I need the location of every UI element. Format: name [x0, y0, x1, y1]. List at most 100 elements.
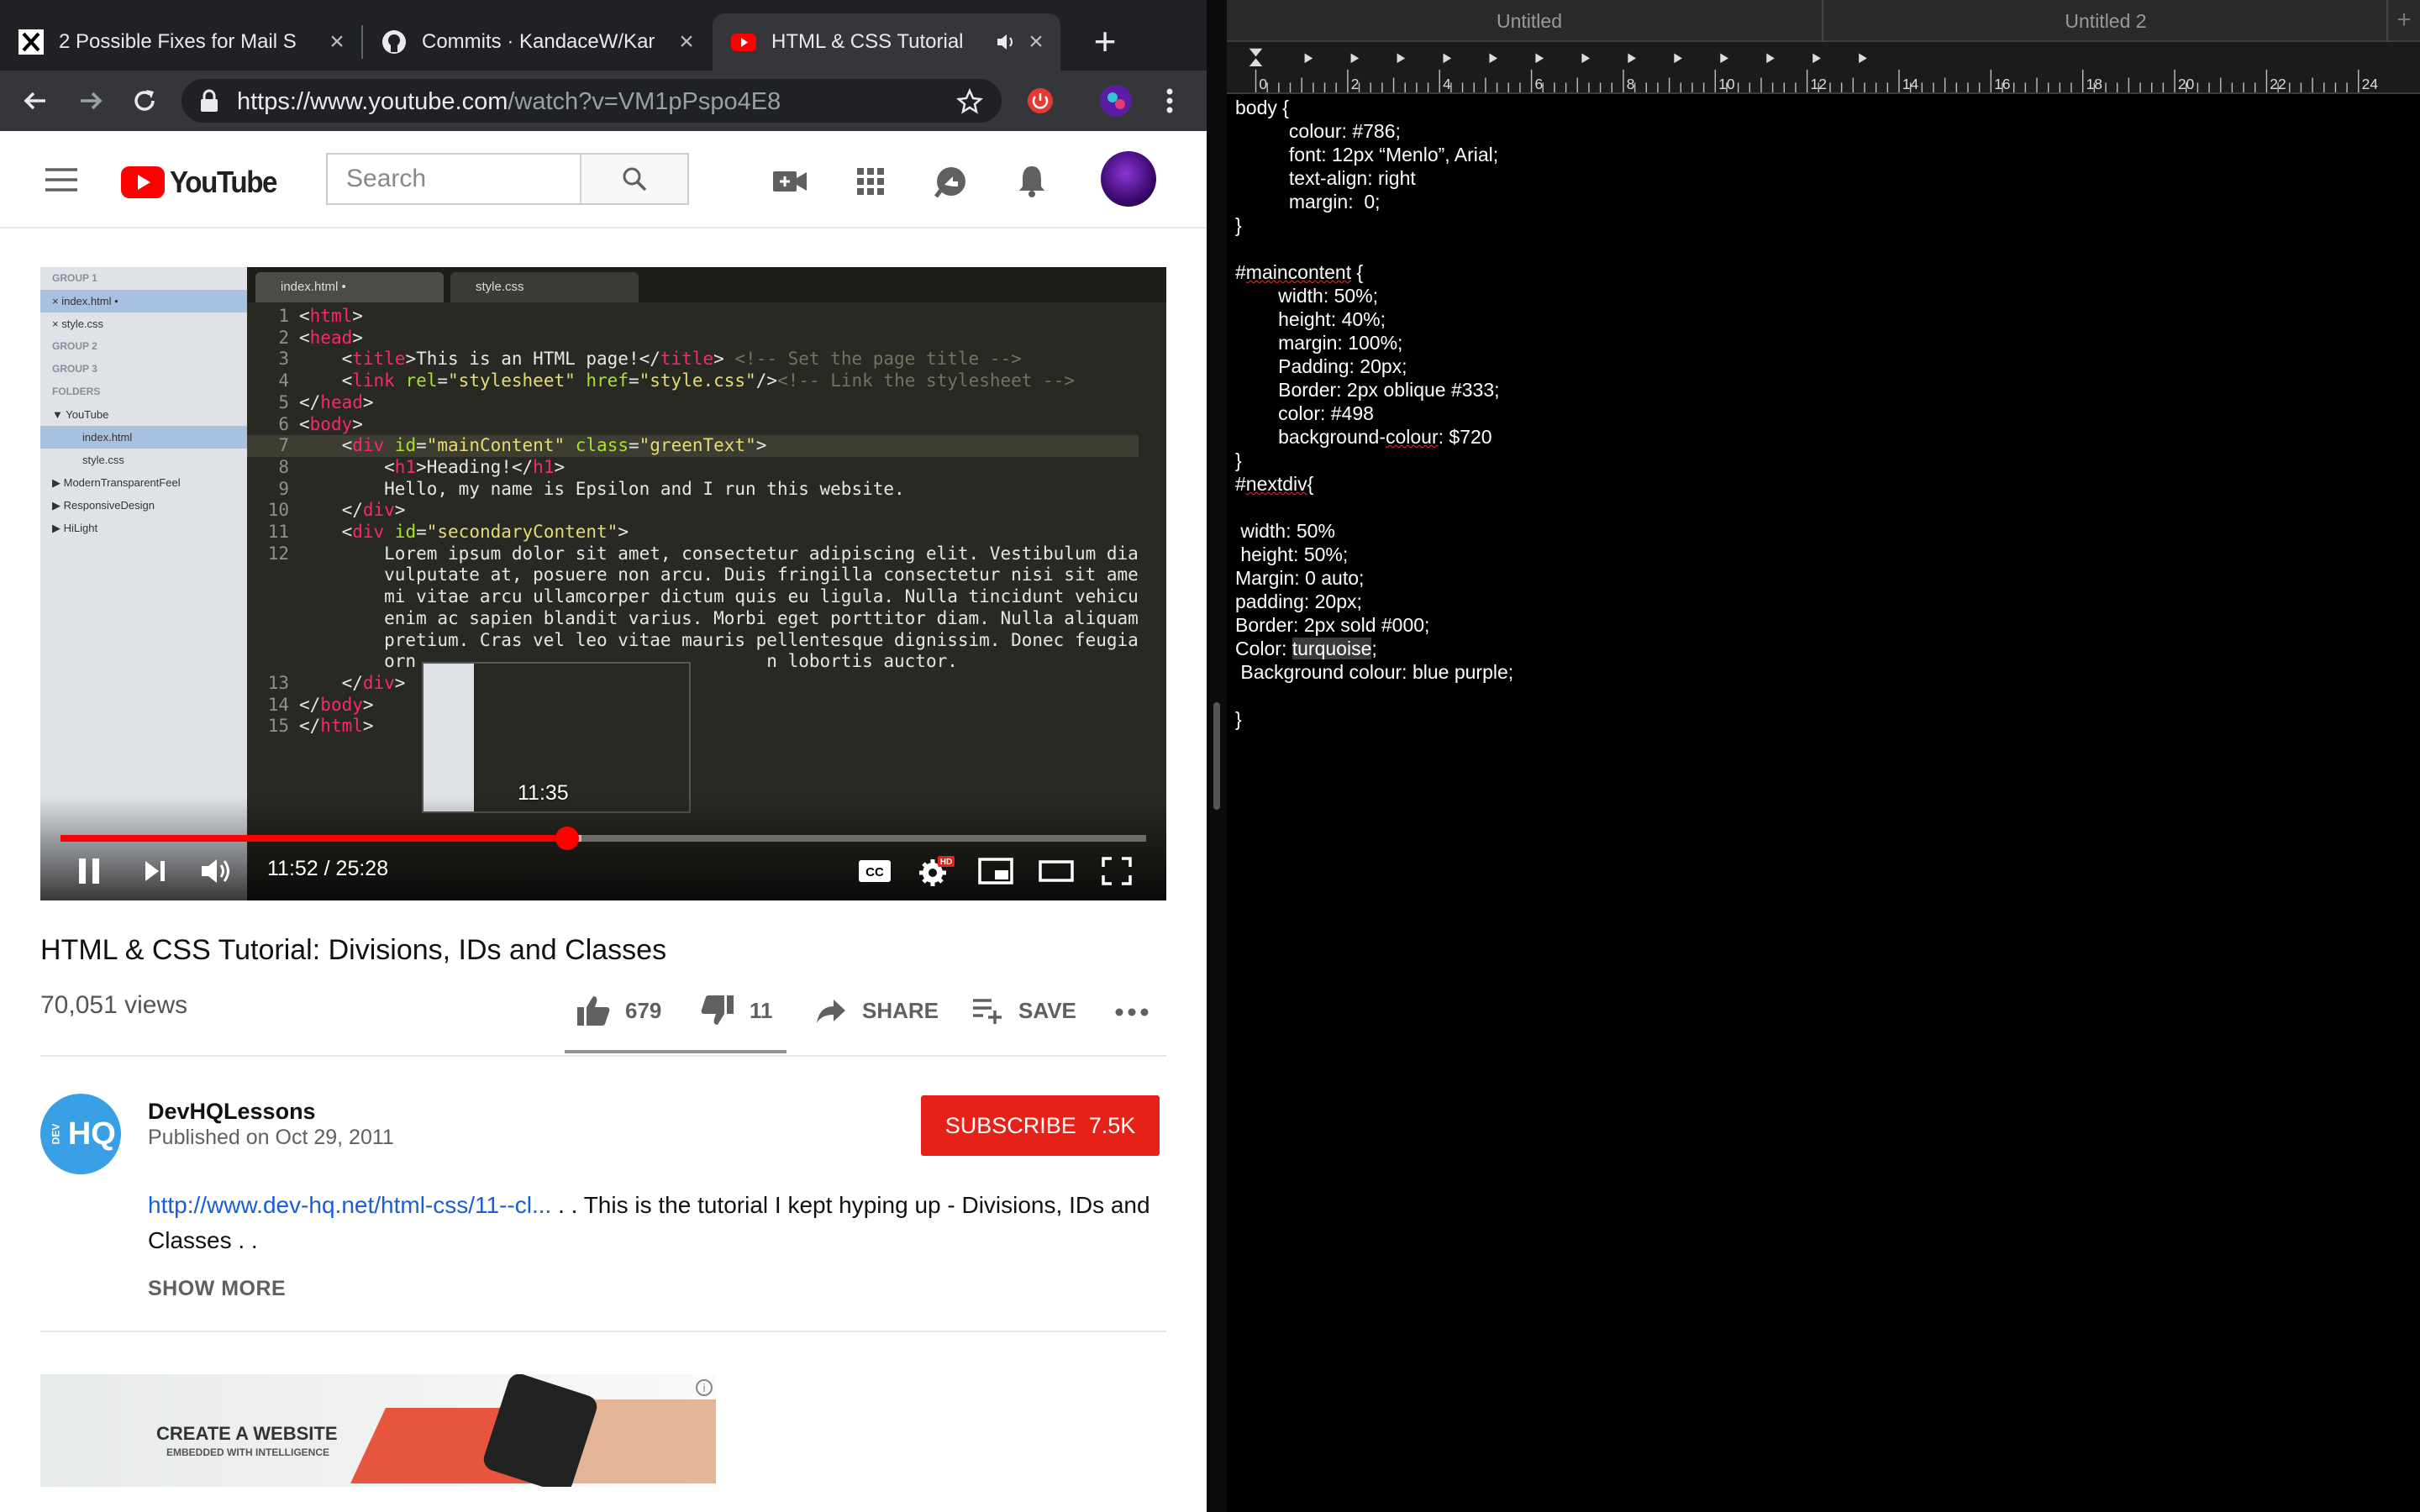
tab-mail-fixes[interactable]: 2 Possible Fixes for Mail S × [0, 13, 361, 71]
youtube-header: YouTube Search [0, 131, 1207, 228]
channel-name[interactable]: DevHQLessons [148, 1099, 316, 1125]
ruler-label: 10 [1718, 76, 1734, 92]
ad-banner[interactable]: CREATE A WEBSITE EMBEDDED WITH INTELLIGE… [40, 1374, 716, 1487]
ad-info-icon[interactable]: i [696, 1379, 713, 1396]
subscribe-button[interactable]: SUBSCRIBE 7.5K [921, 1095, 1160, 1156]
address-bar[interactable]: https://www.youtube.com/watch?v=VM1pPspo… [182, 79, 1002, 123]
document-line: Padding: 20px; [1235, 355, 1407, 377]
search-box[interactable]: Search [326, 153, 689, 205]
tab-youtube[interactable]: HTML & CSS Tutorial × [713, 13, 1060, 71]
new-tab-button[interactable]: + [2388, 0, 2420, 42]
tab-untitled[interactable]: Untitled [1227, 0, 1832, 42]
editor-tab-index: index.html • [255, 272, 444, 302]
share-button[interactable]: SHARE [815, 991, 939, 1030]
document-line: Background colour: blue purple; [1235, 661, 1514, 683]
video-player[interactable]: GROUP 1 × index.html • × style.css GROUP 2 G… [40, 267, 1166, 900]
like-ratio-bar [565, 1050, 786, 1053]
settings-button[interactable]: HD [913, 852, 958, 890]
document-line: width: 50% [1235, 520, 1335, 542]
close-tab-icon[interactable]: × [324, 28, 350, 56]
tab-commits[interactable]: Commits · KandaceW/Kar × [363, 13, 711, 71]
editor-sidebar-item: GROUP 3 [52, 363, 97, 375]
back-arrow-icon[interactable] [17, 82, 54, 119]
channel-avatar-text: HQ [67, 1116, 116, 1152]
description-link[interactable]: http://www.dev-hq.net/html-css/11--cl... [148, 1192, 551, 1218]
code-token: head [309, 327, 353, 348]
progress-bar[interactable] [60, 827, 1146, 850]
close-tab-icon[interactable]: × [1023, 28, 1049, 56]
document-text[interactable]: body { colour: #786; font: 12px “Menlo”,… [1235, 96, 2412, 731]
menu-kebab-icon[interactable] [1151, 82, 1188, 119]
document-line: height: 40%; [1235, 308, 1386, 330]
lock-icon [201, 89, 218, 112]
pause-button[interactable] [60, 852, 118, 890]
apps-grid-icon[interactable] [850, 161, 891, 202]
ruler-label: 0 [1259, 76, 1267, 92]
account-avatar[interactable] [1101, 151, 1156, 207]
ruler-label: 4 [1443, 76, 1451, 92]
save-button[interactable]: SAVE [971, 991, 1076, 1030]
youtube-logo[interactable]: YouTube [121, 165, 286, 200]
line-number: 6 [278, 413, 289, 434]
code-token: < [299, 306, 310, 326]
new-tab-button[interactable]: + [1084, 20, 1126, 62]
more-actions-icon[interactable] [1114, 1006, 1150, 1018]
messages-icon[interactable] [931, 161, 971, 202]
close-tab-icon[interactable]: × [674, 28, 699, 56]
document-line: Color: turquoise; [1235, 638, 1377, 659]
reload-icon[interactable] [126, 82, 163, 119]
code-token: > [394, 500, 406, 521]
document-line: colour: #786; [1235, 120, 1401, 142]
editor-sidebar-item: FOLDERS [52, 386, 101, 397]
captions-button[interactable]: CC [852, 852, 897, 890]
ruler[interactable]: 0 2 4 6 8 10 12 14 16 18 20 22 24 [1227, 42, 2420, 94]
show-more-button[interactable]: SHOW MORE [148, 1277, 286, 1301]
extension-power-icon[interactable] [1022, 82, 1059, 119]
document-line: Margin: 0 auto; [1235, 567, 1365, 589]
code-token: > [394, 672, 406, 693]
tab-untitled-2[interactable]: Untitled 2 [1823, 0, 2388, 42]
dislike-button[interactable]: 11 [701, 991, 773, 1030]
like-button[interactable]: 679 [576, 991, 661, 1030]
text-editor-window: Untitled Untitled 2 + 0 2 4 6 8 10 12 14 16 18 20 2… [1227, 0, 2420, 1512]
code-token: </ [299, 694, 321, 715]
document-line: margin: 0; [1235, 191, 1381, 213]
code-token: id [384, 522, 417, 543]
code-line: 14 </body> [247, 695, 1139, 717]
miniplayer-button[interactable] [973, 852, 1018, 890]
code-token: "greenText" [639, 435, 756, 456]
code-token: > [713, 349, 735, 370]
profile-avatar-icon[interactable] [1097, 82, 1134, 119]
split-view-divider[interactable] [1207, 0, 1227, 1512]
document-line: background-colour: $720 [1235, 426, 1492, 448]
bookmark-star-icon[interactable] [956, 88, 983, 115]
volume-button[interactable] [192, 852, 242, 890]
code-line: 2 <head> [247, 328, 1139, 349]
youtube-wordmark: YouTube [170, 165, 277, 199]
share-label: SHARE [862, 997, 939, 1023]
fullscreen-icon [1102, 857, 1132, 885]
dislike-count: 11 [750, 997, 773, 1023]
video-title: HTML & CSS Tutorial: Divisions, IDs and … [40, 934, 667, 966]
theater-mode-button[interactable] [1034, 852, 1079, 890]
tab-title: HTML & CSS Tutorial [771, 30, 964, 53]
document-line: text-align: right [1235, 167, 1416, 189]
search-button[interactable] [580, 155, 687, 203]
ad-headline: CREATE A WEBSITE [156, 1423, 338, 1444]
hamburger-menu-icon[interactable] [45, 168, 77, 192]
notifications-bell-icon[interactable] [1012, 161, 1052, 202]
split-view-grip[interactable] [1213, 702, 1220, 810]
next-button[interactable] [131, 852, 178, 890]
create-video-icon[interactable] [770, 161, 810, 202]
channel-avatar[interactable]: DEV HQ [40, 1094, 121, 1174]
forward-arrow-icon[interactable] [72, 82, 109, 119]
code-token: < [299, 349, 353, 370]
speaker-icon[interactable] [995, 31, 1017, 53]
code-listing: 1 <html> 2 <head> 3 <title>This is an HTML p… [247, 306, 1139, 738]
fullscreen-button[interactable] [1094, 852, 1139, 890]
search-input[interactable]: Search [328, 155, 580, 203]
tab-title: Commits · KandaceW/Kar [422, 30, 655, 53]
line-number: 4 [278, 370, 289, 391]
